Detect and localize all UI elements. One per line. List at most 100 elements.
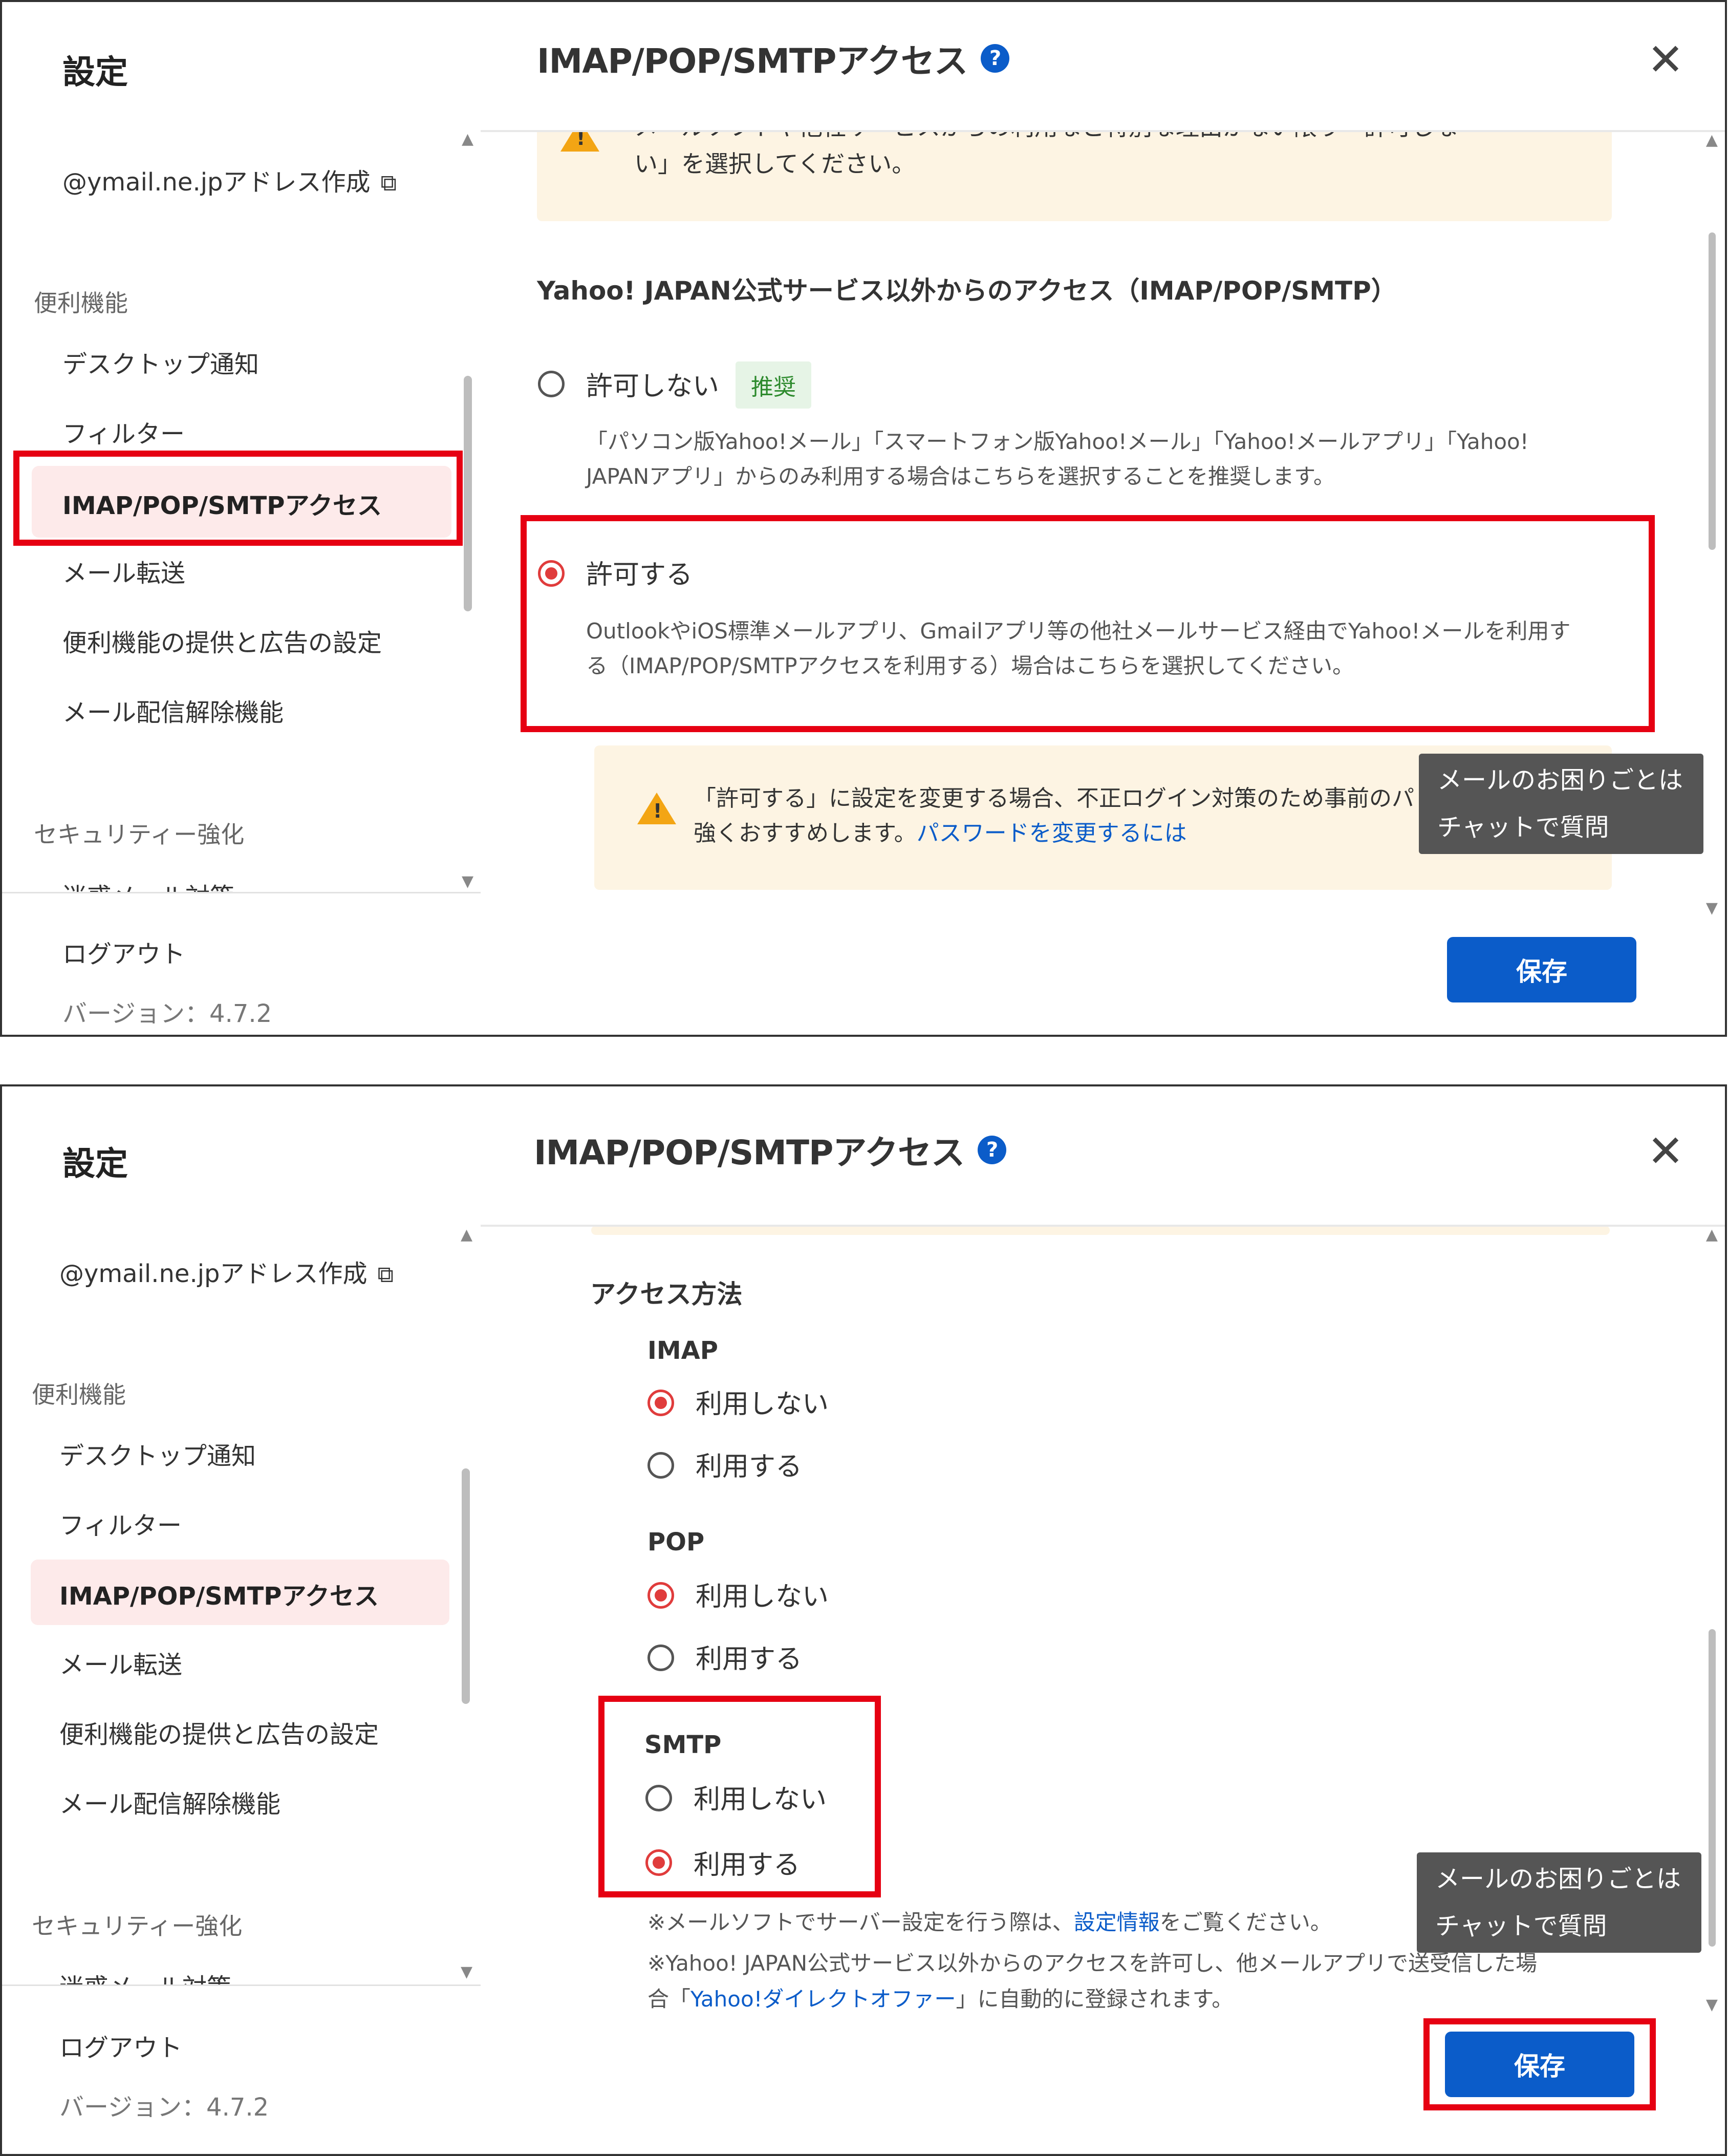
page-title: IMAP/POP/SMTPアクセス? bbox=[534, 1125, 1007, 1175]
close-icon[interactable]: ✕ bbox=[1647, 38, 1684, 82]
help-icon[interactable]: ? bbox=[978, 1136, 1007, 1164]
sidebar-item-desktop-notify[interactable]: デスクトップ通知 bbox=[62, 344, 259, 380]
main-scroll-down-icon[interactable]: ▼ bbox=[1706, 1996, 1718, 2014]
sidebar-item-unsubscribe[interactable]: メール配信解除機能 bbox=[59, 1784, 280, 1820]
radio-imap-not-use[interactable] bbox=[647, 1390, 674, 1416]
radio-deny-label[interactable]: 許可しない bbox=[586, 365, 719, 403]
highlight-save-button bbox=[1423, 2018, 1656, 2110]
radio-imap-use[interactable] bbox=[647, 1452, 674, 1479]
change-password-link[interactable]: パスワードを変更するには bbox=[917, 820, 1187, 846]
deny-description-line2: JAPANアプリ」からのみ利用する場合はこちらを選択することを推奨します。 bbox=[586, 464, 1335, 489]
radio-imap-not-use-label[interactable]: 利用しない bbox=[696, 1382, 829, 1421]
radio-pop-not-use[interactable] bbox=[647, 1582, 674, 1609]
warning-bottom-line2: 強くおすすめします。パスワードを変更するには bbox=[694, 816, 1187, 851]
section-convenience: 便利機能 bbox=[32, 1381, 126, 1408]
main-scroll-down-icon[interactable]: ▼ bbox=[1706, 899, 1718, 917]
page-title-text: IMAP/POP/SMTPアクセス bbox=[534, 1133, 965, 1172]
chat-help-popup[interactable]: メールのお困りごとは チャットで質問 bbox=[1419, 754, 1704, 854]
sidebar-item-unsubscribe[interactable]: メール配信解除機能 bbox=[62, 692, 284, 728]
sidebar-item-ads[interactable]: 便利機能の提供と広告の設定 bbox=[62, 623, 382, 658]
direct-offer-note-line2: 合「Yahoo!ダイレクトオファー」に自動的に登録されます。 bbox=[647, 1982, 1233, 2016]
save-button[interactable]: 保存 bbox=[1447, 937, 1636, 1002]
sidebar-item-desktop-notify[interactable]: デスクトップ通知 bbox=[59, 1436, 256, 1471]
section-heading: Yahoo! JAPAN公式サービス以外からのアクセス（IMAP/POP/SMT… bbox=[537, 276, 1397, 306]
main-scrollbar[interactable] bbox=[1709, 232, 1716, 550]
main-scrollbar[interactable] bbox=[1709, 1629, 1716, 1947]
pop-heading: POP bbox=[647, 1528, 705, 1556]
section-security: セキュリティー強化 bbox=[34, 821, 245, 848]
section-security: セキュリティー強化 bbox=[32, 1912, 243, 1940]
sidebar-footer: ログアウト バージョン：4.7.2 bbox=[2, 1984, 481, 2154]
page-title-text: IMAP/POP/SMTPアクセス bbox=[537, 41, 968, 81]
logout-link[interactable]: ログアウト bbox=[62, 934, 185, 970]
sidebar-item-imap-label: IMAP/POP/SMTPアクセス bbox=[59, 1582, 379, 1611]
address-create-label: @ymail.ne.jpアドレス作成 bbox=[62, 168, 371, 197]
sidebar-scrollbar[interactable] bbox=[462, 1468, 470, 1704]
settings-sidebar: 設定 ▲ @ymail.ne.jpアドレス作成 ⧉ 便利機能 デスクトップ通知 フ… bbox=[2, 2, 482, 1035]
note2-suffix: 」に自動的に登録されます。 bbox=[956, 1987, 1234, 2012]
chat-line2: チャットで質問 bbox=[1435, 1912, 1607, 1940]
settings-info-link[interactable]: 設定情報 bbox=[1074, 1910, 1160, 1935]
settings-sidebar: 設定 ▲ @ymail.ne.jpアドレス作成 ⧉ 便利機能 デスクトップ通知 フ… bbox=[2, 1086, 482, 2154]
sidebar-scrollbar[interactable] bbox=[464, 376, 472, 611]
settings-panel-allow-access: 設定 ▲ @ymail.ne.jpアドレス作成 ⧉ 便利機能 デスクトップ通知 フ… bbox=[0, 0, 1727, 1037]
settings-title: 設定 bbox=[62, 54, 128, 92]
chat-line1: メールのお困りごとは bbox=[1437, 766, 1683, 795]
sidebar-scroll-up-icon[interactable]: ▲ bbox=[461, 1226, 472, 1244]
close-icon[interactable]: ✕ bbox=[1647, 1129, 1684, 1173]
logout-link[interactable]: ログアウト bbox=[59, 2027, 182, 2063]
sidebar-divider bbox=[2, 1984, 481, 1986]
main-content: IMAP/POP/SMTPアクセス? ✕ アクセス方法 IMAP 利用しない 利… bbox=[481, 1086, 1725, 2154]
main-content: メールソフトや他社サービスからの利用など特別な理由がない限り「許可しな い」を選… bbox=[481, 2, 1725, 1035]
address-create-link[interactable]: @ymail.ne.jpアドレス作成 ⧉ bbox=[59, 1253, 394, 1289]
radio-pop-not-use-label[interactable]: 利用しない bbox=[696, 1575, 829, 1613]
version-label: バージョン：4.7.2 bbox=[59, 2093, 269, 2122]
sidebar-item-ads[interactable]: 便利機能の提供と広告の設定 bbox=[59, 1714, 379, 1750]
settings-panel-access-method: 設定 ▲ @ymail.ne.jpアドレス作成 ⧉ 便利機能 デスクトップ通知 フ… bbox=[0, 1084, 1727, 2156]
note2-prefix: 合「 bbox=[647, 1987, 691, 2012]
imap-heading: IMAP bbox=[647, 1336, 718, 1365]
warning-top-line2: い」を選択してください。 bbox=[634, 150, 916, 178]
note1-prefix: ※メールソフトでサーバー設定を行う際は、 bbox=[647, 1910, 1074, 1935]
external-link-icon: ⧉ bbox=[377, 1262, 394, 1288]
warning-icon bbox=[637, 793, 676, 824]
warning-bottom-prefix: 強くおすすめします。 bbox=[694, 820, 917, 846]
sidebar-item-forward[interactable]: メール転送 bbox=[62, 553, 185, 589]
page-title: IMAP/POP/SMTPアクセス? bbox=[537, 34, 1010, 83]
sidebar-scroll-up-icon[interactable]: ▲ bbox=[462, 130, 473, 148]
main-scroll-up-icon[interactable]: ▲ bbox=[1706, 1226, 1718, 1244]
address-create-link[interactable]: @ymail.ne.jpアドレス作成 ⧉ bbox=[62, 162, 397, 198]
radio-imap-use-label[interactable]: 利用する bbox=[696, 1445, 802, 1483]
radio-deny[interactable] bbox=[538, 371, 565, 397]
chat-help-popup[interactable]: メールのお困りごとは チャットで質問 bbox=[1417, 1852, 1702, 1953]
access-method-heading: アクセス方法 bbox=[590, 1279, 743, 1309]
direct-offer-link[interactable]: Yahoo!ダイレクトオファー bbox=[690, 1987, 956, 2012]
sidebar-item-filter[interactable]: フィルター bbox=[62, 414, 185, 450]
sidebar-scroll-down-icon[interactable]: ▼ bbox=[461, 1963, 472, 1981]
address-create-label: @ymail.ne.jpアドレス作成 bbox=[59, 1260, 368, 1288]
dialog-header: IMAP/POP/SMTPアクセス? ✕ bbox=[481, 1086, 1725, 1227]
sidebar-item-filter[interactable]: フィルター bbox=[59, 1505, 182, 1541]
recommended-badge: 推奨 bbox=[736, 361, 811, 409]
chat-line1: メールのお困りごとは bbox=[1435, 1865, 1681, 1893]
section-convenience: 便利機能 bbox=[34, 289, 128, 317]
chat-line2: チャットで質問 bbox=[1437, 813, 1609, 842]
external-link-icon: ⧉ bbox=[380, 170, 397, 196]
dialog-header: IMAP/POP/SMTPアクセス? ✕ bbox=[481, 2, 1725, 132]
sidebar-scroll-down-icon[interactable]: ▼ bbox=[462, 872, 473, 890]
warning-bottom-line1: 「許可する」に設定を変更する場合、不正ログイン対策のため事前のパ bbox=[694, 785, 1414, 812]
highlight-sidebar-imap bbox=[13, 451, 463, 546]
deny-description-line1: 「パソコン版Yahoo!メール」「スマートフォン版Yahoo!メール」「Yaho… bbox=[586, 429, 1529, 454]
highlight-smtp-group bbox=[598, 1696, 881, 1897]
main-scroll-up-icon[interactable]: ▲ bbox=[1706, 131, 1718, 149]
radio-pop-use[interactable] bbox=[647, 1645, 674, 1671]
server-settings-note: ※メールソフトでサーバー設定を行う際は、設定情報をご覧ください。 bbox=[647, 1906, 1332, 1939]
note1-suffix: をご覧ください。 bbox=[1159, 1910, 1332, 1935]
help-icon[interactable]: ? bbox=[981, 44, 1010, 73]
version-label: バージョン：4.7.2 bbox=[62, 999, 272, 1028]
radio-pop-use-label[interactable]: 利用する bbox=[696, 1637, 802, 1676]
highlight-allow-option bbox=[521, 515, 1655, 732]
settings-title: 設定 bbox=[62, 1145, 128, 1183]
sidebar-footer: ログアウト バージョン：4.7.2 bbox=[2, 892, 481, 1035]
sidebar-item-forward[interactable]: メール転送 bbox=[59, 1645, 182, 1680]
